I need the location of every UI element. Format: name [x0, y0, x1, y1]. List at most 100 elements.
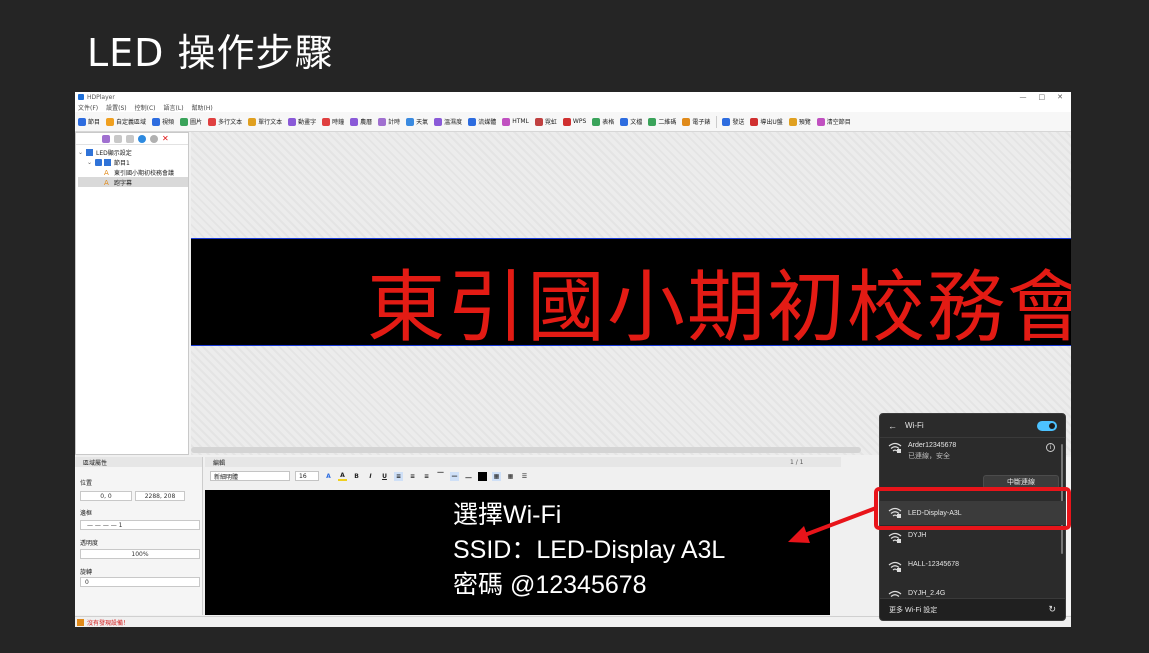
- tree-item[interactable]: ⌄ LED顯示設定: [78, 147, 188, 157]
- border-select[interactable]: — — — — 1: [80, 520, 200, 530]
- grid-icon[interactable]: ▦: [506, 472, 515, 481]
- underline-button[interactable]: U: [380, 472, 389, 481]
- wifi-network-dyjh[interactable]: DYJH: [880, 532, 1065, 544]
- toolbar-button[interactable]: 霓虹: [534, 117, 557, 126]
- toolbar-button[interactable]: 預覽: [788, 117, 811, 126]
- toolbar-label: 預覽: [798, 119, 811, 126]
- menu-file[interactable]: 文件(F): [78, 103, 98, 112]
- tree-item[interactable]: A 跑字幕: [78, 177, 188, 187]
- toolbar-button[interactable]: 二維碼: [648, 117, 676, 126]
- toolbar-button[interactable]: 農曆: [350, 117, 372, 126]
- toolbar-icon: [248, 117, 257, 126]
- toolbar-icon: [350, 117, 359, 126]
- font-size-select[interactable]: 16: [295, 471, 319, 481]
- maximize-button[interactable]: □: [1039, 93, 1046, 101]
- toolbar-button[interactable]: 時鐘: [322, 117, 344, 126]
- program-tree-panel: ✕ ⌄ LED顯示設定 ⌄ 節目1 A 東引國小期初校務會議 A 跑字幕: [75, 132, 189, 455]
- valign-bottom-icon[interactable]: ⎽: [464, 472, 473, 481]
- paste-icon[interactable]: [126, 134, 134, 143]
- toolbar-button[interactable]: 動畫字: [288, 117, 316, 126]
- minimize-button[interactable]: —: [1020, 93, 1027, 101]
- position-label: 位置: [80, 480, 93, 487]
- refresh-icon[interactable]: ↻: [1048, 604, 1056, 615]
- align-right-icon[interactable]: ≡: [422, 472, 431, 481]
- back-arrow-icon[interactable]: ←: [888, 421, 897, 431]
- menu-control[interactable]: 控制(C): [135, 103, 156, 112]
- font-style-icon[interactable]: A: [324, 472, 333, 481]
- tree-checkbox[interactable]: [95, 158, 102, 166]
- toolbar-label: 電子錶: [692, 119, 711, 126]
- rotate-input[interactable]: 0: [80, 577, 200, 587]
- canvas-horizontal-scrollbar[interactable]: [191, 447, 861, 453]
- wifi-network-connected[interactable]: Arder12345678 已連線，安全: [880, 442, 1065, 461]
- bold-button[interactable]: B: [352, 472, 361, 481]
- toolbar-button[interactable]: 計時: [378, 117, 400, 126]
- text-color-icon[interactable]: A: [338, 472, 347, 481]
- toolbar-button[interactable]: 自定義區域: [106, 117, 146, 126]
- more-wifi-settings-link[interactable]: 更多 Wi-Fi 設定: [889, 605, 937, 615]
- tree-item-label: LED顯示設定: [96, 149, 132, 157]
- position-input[interactable]: 0, 0: [80, 491, 132, 501]
- move-up-icon[interactable]: [138, 134, 146, 143]
- move-down-icon[interactable]: [150, 134, 158, 143]
- size-input[interactable]: 2288, 208: [135, 491, 185, 501]
- toolbar-button[interactable]: 溫濕度: [434, 117, 462, 126]
- delete-icon[interactable]: ✕: [162, 134, 170, 143]
- status-text: 沒有發現設備！: [87, 619, 130, 627]
- page-indicator: 1 / 1: [790, 459, 804, 466]
- toolbar-button[interactable]: HTML: [502, 117, 529, 126]
- tree-item[interactable]: A 東引國小期初校務會議: [78, 167, 188, 177]
- toolbar-button[interactable]: 文檔: [620, 117, 642, 126]
- toolbar-button[interactable]: 導出U盤: [750, 117, 783, 126]
- info-icon[interactable]: i: [1046, 443, 1055, 452]
- align-center-icon[interactable]: ≡: [408, 472, 417, 481]
- tree-item[interactable]: ⌄ 節目1: [78, 157, 188, 167]
- window-title: HDPlayer: [87, 93, 115, 101]
- wifi-title: Wi-Fi: [905, 421, 924, 430]
- expand-chevron-icon[interactable]: ⌄: [87, 159, 95, 166]
- close-window-button[interactable]: ✕: [1057, 93, 1063, 101]
- menu-settings[interactable]: 設置(S): [106, 103, 127, 112]
- toolbar-icon: [816, 117, 825, 126]
- rotate-label: 旋轉: [80, 569, 93, 576]
- toolbar-button[interactable]: 清空節目: [816, 117, 851, 126]
- menu-help[interactable]: 幫助(H): [192, 103, 213, 112]
- expand-chevron-icon[interactable]: ⌄: [78, 149, 86, 156]
- toolbar-icon: [78, 117, 86, 126]
- select-all-icon[interactable]: [102, 134, 110, 143]
- toolbar-button[interactable]: WPS: [562, 117, 586, 126]
- network-ssid: HALL-12345678: [908, 561, 959, 568]
- toolbar-button[interactable]: 天氣: [406, 117, 428, 126]
- menu-bar: 文件(F) 設置(S) 控制(C) 語言(L) 幫助(H): [75, 102, 1071, 112]
- line-spacing-icon[interactable]: ☰: [520, 472, 529, 481]
- text-editor[interactable]: 選擇Wi-Fi SSID：LED-Display A3L 密碼 @1234567…: [205, 490, 830, 615]
- menu-language[interactable]: 語言(L): [164, 103, 184, 112]
- copy-icon[interactable]: [114, 134, 122, 143]
- toolbar-label: HTML: [512, 118, 529, 125]
- wifi-network-hall[interactable]: HALL-12345678: [880, 561, 1065, 573]
- toolbar-icon: [180, 117, 189, 126]
- toolbar-button[interactable]: 圖片: [180, 117, 202, 126]
- align-left-icon[interactable]: ≡: [394, 471, 403, 481]
- toolbar-button[interactable]: 電子錶: [682, 117, 710, 126]
- opacity-input[interactable]: 100%: [80, 549, 200, 559]
- toolbar-label: 自定義區域: [116, 119, 147, 126]
- toolbar-button[interactable]: 發送: [722, 117, 744, 126]
- toolbar-button[interactable]: 表格: [592, 117, 614, 126]
- valign-middle-icon[interactable]: —: [450, 471, 459, 481]
- led-screen-preview[interactable]: 東引國小期初校務會: [191, 238, 1071, 346]
- instruction-line-1: 選擇Wi-Fi: [453, 501, 562, 529]
- toolbar-button[interactable]: 視頻: [152, 117, 174, 126]
- toolbar-button[interactable]: 多行文本: [208, 117, 242, 126]
- background-color-icon[interactable]: [478, 471, 487, 481]
- table-icon[interactable]: ▦: [492, 471, 501, 481]
- font-select[interactable]: 新細明體: [210, 471, 290, 481]
- toolbar-button[interactable]: 流媒體: [468, 117, 496, 126]
- monitor-icon: [86, 148, 93, 156]
- valign-top-icon[interactable]: ⎺: [436, 472, 445, 481]
- italic-button[interactable]: I: [366, 472, 375, 481]
- wifi-toggle[interactable]: [1037, 421, 1057, 431]
- app-logo-icon: [78, 94, 84, 100]
- toolbar-button[interactable]: 節目: [78, 117, 100, 126]
- toolbar-button[interactable]: 單行文本: [248, 117, 282, 126]
